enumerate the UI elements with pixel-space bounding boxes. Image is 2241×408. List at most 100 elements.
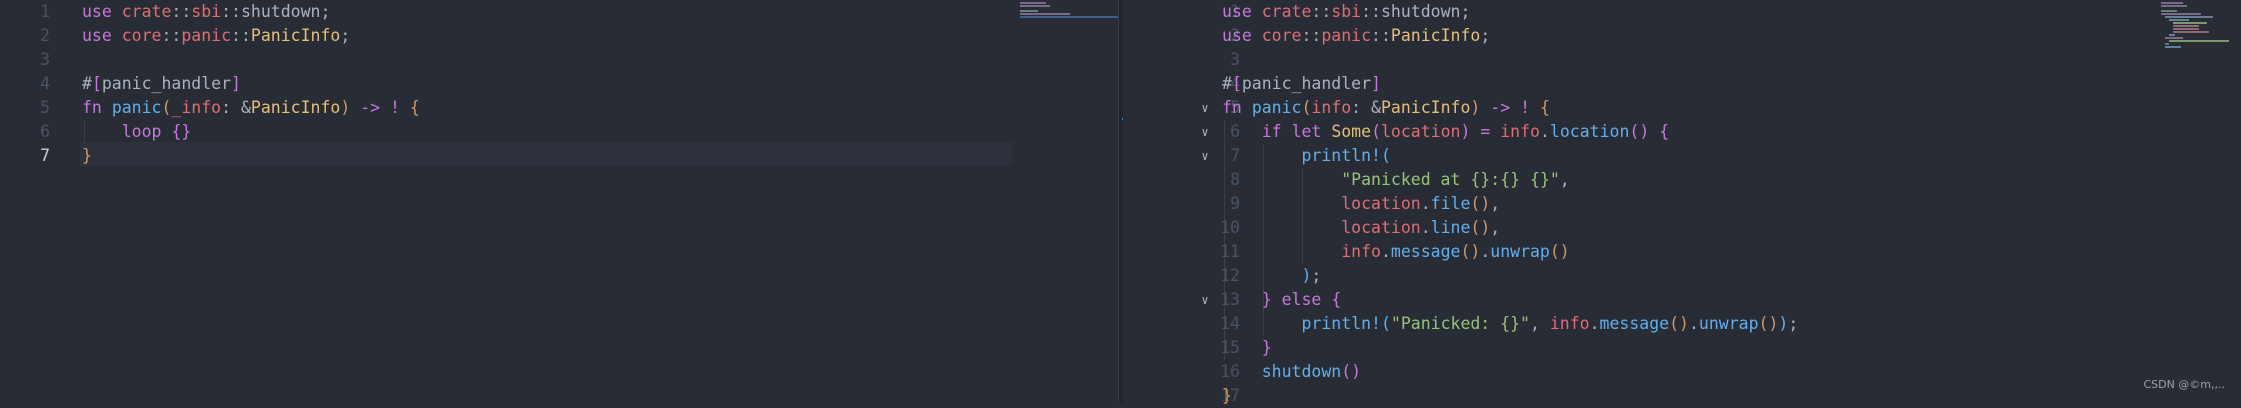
code-text[interactable]: if let Some(location) = info.location() … [1222, 120, 1669, 144]
code-token: () [1470, 194, 1491, 213]
chevron-down-icon[interactable]: ∨ [1198, 120, 1212, 144]
line-number: 3 [1230, 50, 1240, 69]
line-number: 2 [40, 26, 50, 45]
code-token: let [1291, 122, 1322, 141]
code-line[interactable]: 2 use core::panic::PanicInfo; [0, 24, 1118, 48]
code-text[interactable]: } else { [1222, 288, 1342, 312]
code-token: unwrap [1698, 314, 1759, 333]
code-token: use [1222, 26, 1252, 45]
chevron-down-icon[interactable]: ∨ [1198, 96, 1212, 120]
code-line[interactable]: 11 info.message().unwrap() [1123, 240, 2241, 264]
code-token: { [1539, 98, 1550, 117]
code-text[interactable]: } [1222, 384, 1232, 408]
line-number: 4 [40, 74, 50, 93]
code-line[interactable]: 7} [0, 144, 1118, 168]
code-line[interactable]: 13 ∨ } else { [1123, 288, 2241, 312]
code-text[interactable]: "Panicked at {}:{} {}", [1222, 168, 1569, 192]
code-line[interactable]: 12 ); [1123, 264, 2241, 288]
code-line[interactable]: 10 location.line(), [1123, 216, 2241, 240]
code-line[interactable]: 15 } [1123, 336, 2241, 360]
code-token: shutdown; [1380, 2, 1471, 21]
code-line[interactable]: 5 ∨ fn panic(info: &PanicInfo) -> ! { [1123, 96, 2241, 120]
chevron-down-icon[interactable]: ∨ [1198, 288, 1212, 312]
code-text[interactable]: } [82, 144, 92, 168]
code-text[interactable]: ); [1222, 264, 1321, 288]
code-token: -> [1490, 98, 1511, 117]
code-text[interactable]: loop {} [82, 120, 192, 144]
code-line[interactable]: 6 ∨ if let Some(location) = info.location… [1123, 120, 2241, 144]
code-token: use [1222, 2, 1252, 21]
code-line[interactable]: 4 #[panic_handler] [1123, 72, 2241, 96]
code-text[interactable]: #[panic_handler] [1222, 72, 1381, 96]
code-text[interactable]: fn panic(_info: &PanicInfo) -> ! { [82, 96, 420, 120]
code-line[interactable]: 5 fn panic(_info: &PanicInfo) -> ! { [0, 96, 1118, 120]
code-line[interactable]: 9 location.file(), [1123, 192, 2241, 216]
right-editor-pane[interactable]: 1 use crate::sbi::shutdown; 2 use core::pan… [1123, 0, 2241, 405]
code-text[interactable]: shutdown() [1222, 360, 1361, 384]
code-line[interactable]: 17} [1123, 384, 2241, 408]
code-text[interactable]: fn panic(info: &PanicInfo) -> ! { [1222, 96, 1550, 120]
code-line[interactable]: 6 loop {} [0, 120, 1118, 144]
chevron-down-icon[interactable]: ∨ [1198, 144, 1212, 168]
code-token: () [1470, 218, 1491, 237]
code-token: { [1331, 290, 1342, 309]
code-token: ) [1460, 122, 1471, 141]
code-token: () [1549, 242, 1570, 261]
code-token: () [1669, 314, 1689, 333]
code-token: panic [111, 98, 162, 117]
code-line[interactable]: 14 println!("Panicked: {}", info.message… [1123, 312, 2241, 336]
line-number: 7 [40, 146, 50, 165]
code-line[interactable]: 3 [0, 48, 1118, 72]
code-token: "Panicked at {}:{} {}" [1341, 170, 1560, 189]
code-text[interactable]: use core::panic::PanicInfo; [82, 24, 350, 48]
code-line[interactable]: 7 ∨ println!( [1123, 144, 2241, 168]
code-token: . [1480, 242, 1491, 261]
code-line[interactable]: 1 use crate::sbi::shutdown; [1123, 0, 2241, 24]
code-line[interactable]: 2 use core::panic::PanicInfo; [1123, 24, 2241, 48]
code-line[interactable]: 3 [1123, 48, 2241, 72]
code-text[interactable]: use crate::sbi::shutdown; [1222, 0, 1470, 24]
code-text[interactable]: println!("Panicked: {}", info.message().… [1222, 312, 1798, 336]
code-token: } [1261, 290, 1272, 309]
left-editor-pane[interactable]: 1 use crate::sbi::shutdown;2 use core::pan… [0, 0, 1120, 403]
code-token: panic_handler [1241, 74, 1372, 93]
code-text[interactable]: #[panic_handler] [82, 72, 241, 96]
code-text[interactable]: println!( [1222, 144, 1391, 168]
code-token: panic_handler [101, 74, 232, 93]
code-line[interactable]: 4 #[panic_handler] [0, 72, 1118, 96]
code-token: ) [1301, 266, 1312, 285]
code-text[interactable]: use crate::sbi::shutdown; [82, 0, 330, 24]
code-text[interactable]: info.message().unwrap() [1222, 240, 1570, 264]
code-token: unwrap [1490, 242, 1550, 261]
code-line[interactable]: 16 shutdown() [1123, 360, 2241, 384]
code-line[interactable]: 1 use crate::sbi::shutdown; [0, 0, 1118, 24]
code-token: core [1261, 26, 1302, 45]
code-token: info [1500, 122, 1540, 141]
code-token: { [1659, 122, 1670, 141]
code-token: sbi [191, 2, 222, 21]
code-text[interactable]: use core::panic::PanicInfo; [1222, 24, 1490, 48]
code-token: ( [1380, 146, 1391, 165]
code-token: :: [1301, 26, 1322, 45]
code-token: use [82, 26, 112, 45]
code-token: : & [221, 98, 251, 117]
code-text[interactable]: } [1222, 336, 1272, 360]
code-line[interactable]: 8 "Panicked at {}:{} {}", [1123, 168, 2241, 192]
code-token: core [121, 26, 162, 45]
code-text[interactable]: location.file(), [1222, 192, 1500, 216]
code-token: } [1261, 338, 1272, 357]
code-token: {} [171, 122, 192, 141]
code-token: [ [91, 74, 102, 93]
code-text[interactable]: location.line(), [1222, 216, 1500, 240]
code-token: # [82, 74, 92, 93]
code-token: line [1430, 218, 1471, 237]
code-token: message [1390, 242, 1461, 261]
